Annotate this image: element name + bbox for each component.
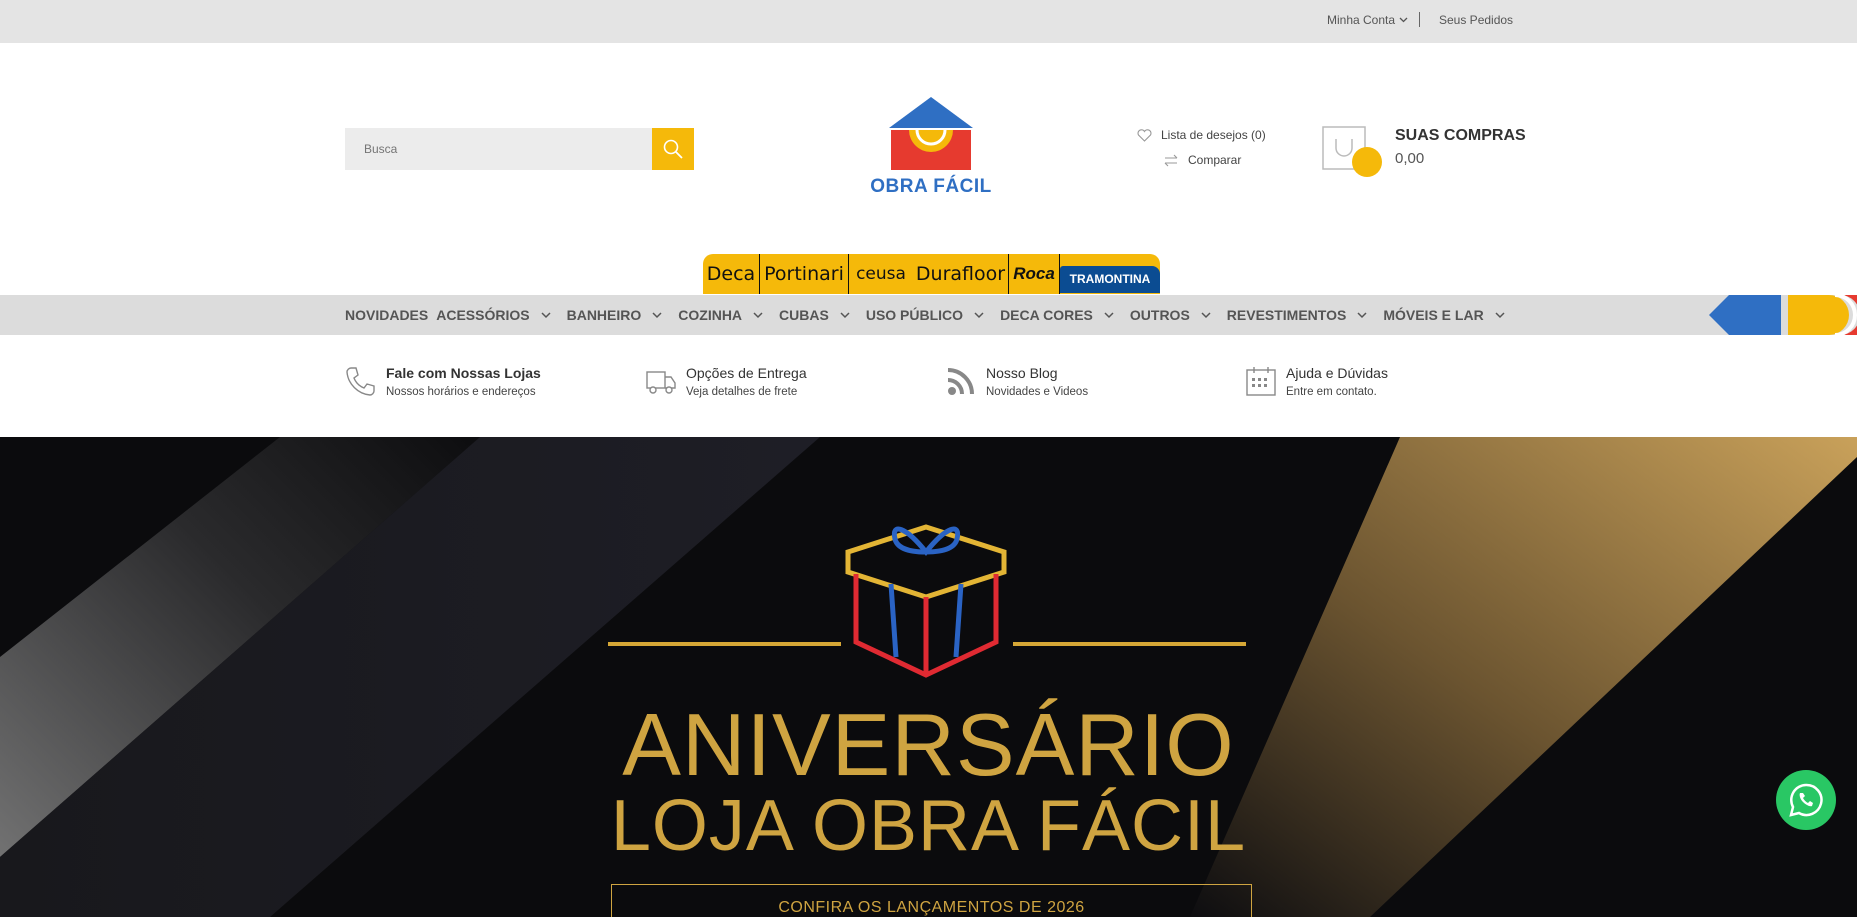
- calendar-icon: [1246, 367, 1276, 396]
- nav-item-label: REVESTIMENTOS: [1226, 307, 1347, 323]
- brand-logo-tramontina[interactable]: TRAMONTINA: [1060, 254, 1160, 294]
- search-bar: [345, 128, 694, 170]
- info-title: Ajuda e Dúvidas: [1286, 365, 1388, 381]
- chevron-down-icon: [541, 311, 551, 318]
- logo-text: OBRA FÁCIL: [870, 176, 992, 197]
- info-title: Opções de Entrega: [686, 365, 807, 381]
- info-blog[interactable]: Nosso Blog Novidades e Videos: [945, 365, 1088, 398]
- whatsapp-button[interactable]: [1776, 770, 1836, 830]
- brand-logo-portinari[interactable]: Portinari: [760, 254, 849, 294]
- store-logo[interactable]: OBRA FÁCIL: [866, 97, 996, 199]
- compare-label: Comparar: [1188, 153, 1242, 167]
- info-help[interactable]: Ajuda e Dúvidas Entre em contato.: [1245, 365, 1388, 398]
- nav-item[interactable]: NOVIDADES: [345, 307, 428, 323]
- gift-icon: [608, 524, 1246, 678]
- nav-item-label: ACESSÓRIOS: [436, 307, 530, 323]
- hero-cta-button[interactable]: CONFIRA OS LANÇAMENTOS DE 2026: [611, 884, 1252, 917]
- info-subtitle: Novidades e Videos: [986, 386, 1089, 398]
- info-subtitle: Veja detalhes de frete: [686, 386, 798, 398]
- chevron-down-icon: [974, 311, 984, 318]
- wishlist-label: Lista de desejos (0): [1161, 128, 1266, 142]
- shopping-bag-icon[interactable]: [1322, 126, 1382, 178]
- decorative-shapes: [1709, 295, 1857, 335]
- compare-link[interactable]: Comparar: [1163, 153, 1241, 167]
- chevron-down-icon: [1495, 311, 1505, 318]
- nav-item-label: BANHEIRO: [566, 307, 642, 323]
- hero-subtitle: LOJA OBRA FÁCIL: [610, 786, 1247, 866]
- brand-logo-durafloor[interactable]: Durafloor: [913, 254, 1009, 294]
- nav-item[interactable]: OUTROS: [1130, 307, 1219, 323]
- chevron-down-icon: [840, 311, 850, 318]
- hero-banner[interactable]: ANIVERSÁRIO LOJA OBRA FÁCIL CONFIRA OS L…: [0, 437, 1857, 917]
- chevron-down-icon: [1201, 311, 1211, 318]
- nav-item[interactable]: USO PÚBLICO: [866, 307, 992, 323]
- divider: [1419, 12, 1420, 27]
- info-subtitle: Nossos horários e endereços: [386, 386, 536, 398]
- nav-item[interactable]: DECA CORES: [1000, 307, 1122, 323]
- category-nav: NOVIDADES ACESSÓRIOS BANHEIRO COZINHA CUBAS U…: [0, 295, 1857, 335]
- account-label: Minha Conta: [1327, 13, 1396, 27]
- heart-icon: [1137, 128, 1152, 142]
- whatsapp-icon: [1789, 783, 1823, 817]
- chevron-down-icon: [652, 311, 662, 318]
- truck-icon: [646, 371, 676, 394]
- info-title: Nosso Blog: [986, 365, 1058, 381]
- nav-item[interactable]: CUBAS: [779, 307, 858, 323]
- wishlist-link[interactable]: Lista de desejos (0): [1137, 128, 1266, 142]
- brand-strip: Deca Portinari ceusa Durafloor Roca TRAM…: [703, 254, 1160, 294]
- info-delivery[interactable]: Opções de Entrega Veja detalhes de frete: [645, 365, 807, 398]
- phone-icon: [346, 367, 375, 396]
- search-input[interactable]: [345, 128, 652, 170]
- nav-item-label: USO PÚBLICO: [865, 307, 964, 323]
- nav-item[interactable]: REVESTIMENTOS: [1227, 307, 1376, 323]
- chevron-down-icon: [1104, 311, 1114, 318]
- nav-item-label: CUBAS: [779, 307, 829, 323]
- info-stores[interactable]: Fale com Nossas Lojas Nossos horários e …: [345, 365, 541, 398]
- tramontina-label: TRAMONTINA: [1060, 266, 1160, 293]
- search-icon: [663, 139, 683, 159]
- hero-title: ANIVERSÁRIO: [622, 695, 1235, 794]
- chevron-down-icon: [1357, 311, 1367, 318]
- cart-total: 0,00: [1395, 150, 1425, 167]
- nav-item[interactable]: COZINHA: [678, 307, 771, 323]
- house-logo-icon: [889, 97, 973, 170]
- cart-title[interactable]: SUAS COMPRAS: [1395, 127, 1526, 145]
- nav-item[interactable]: MÓVEIS E LAR: [1383, 307, 1512, 323]
- chevron-down-icon: [1399, 17, 1408, 23]
- nav-item[interactable]: ACESSÓRIOS: [436, 307, 558, 323]
- brand-logo-ceusa[interactable]: ceusa: [849, 254, 913, 294]
- nav-item[interactable]: BANHEIRO: [567, 307, 671, 323]
- rss-icon: [947, 368, 974, 395]
- info-title: Fale com Nossas Lojas: [386, 365, 541, 381]
- top-bar: Minha Conta Seus Pedidos: [0, 0, 1857, 43]
- search-button[interactable]: [652, 128, 694, 170]
- info-subtitle: Entre em contato.: [1286, 386, 1377, 398]
- nav-item-label: MÓVEIS E LAR: [1383, 307, 1484, 323]
- nav-item-label: DECA CORES: [1000, 307, 1093, 323]
- orders-link[interactable]: Seus Pedidos: [1439, 13, 1513, 27]
- brand-logo-roca[interactable]: Roca: [1009, 254, 1060, 294]
- nav-item-label: NOVIDADES: [345, 307, 429, 323]
- account-menu[interactable]: Minha Conta: [1327, 13, 1408, 27]
- nav-item-label: OUTROS: [1129, 307, 1190, 323]
- brand-logo-deca[interactable]: Deca: [703, 254, 760, 294]
- nav-items: NOVIDADES ACESSÓRIOS BANHEIRO COZINHA CUBAS U…: [345, 295, 1521, 335]
- nav-item-label: COZINHA: [678, 307, 743, 323]
- compare-arrows-icon: [1164, 154, 1178, 166]
- chevron-down-icon: [753, 311, 763, 318]
